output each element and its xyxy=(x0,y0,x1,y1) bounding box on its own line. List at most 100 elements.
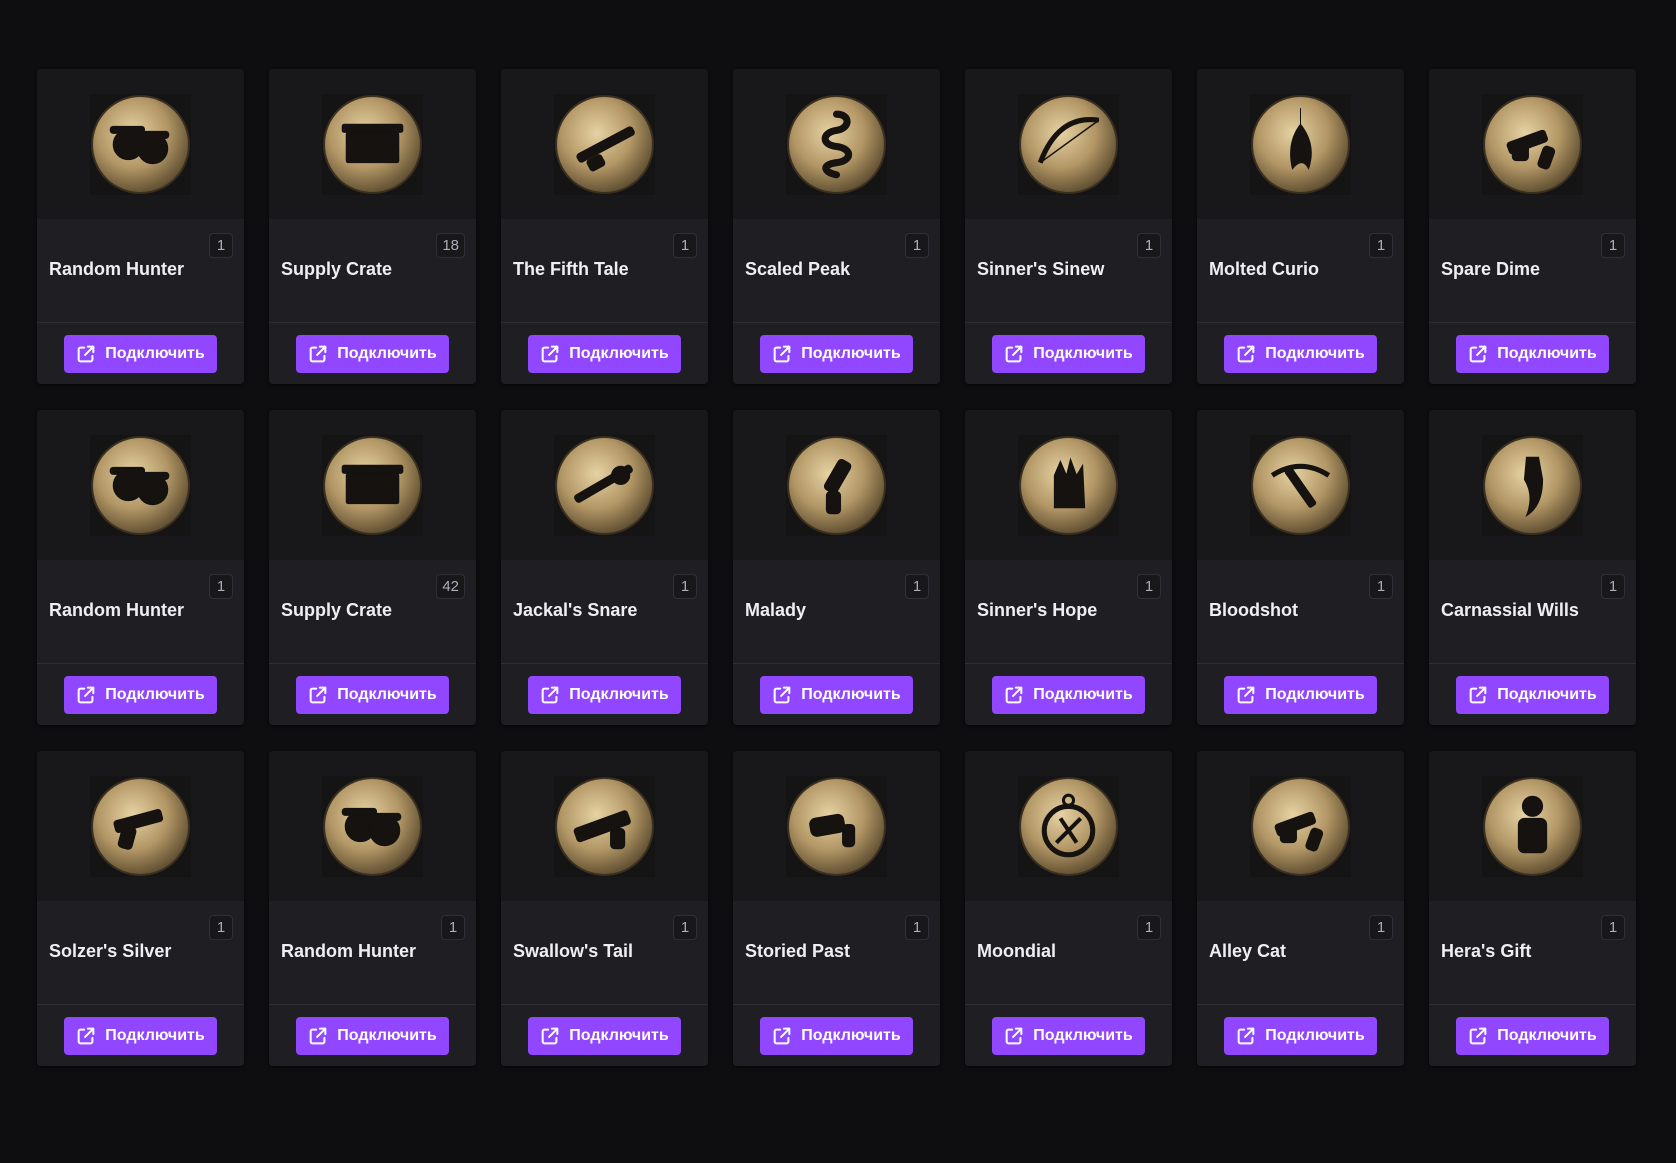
connect-button[interactable]: Подключить xyxy=(528,334,681,373)
reward-image-area xyxy=(965,69,1172,219)
hunters-duo-icon xyxy=(90,434,191,536)
external-link-icon xyxy=(77,1027,95,1044)
reward-actions: Подключить xyxy=(1429,664,1636,725)
reward-actions: Подключить xyxy=(965,1005,1172,1066)
reward-count-badge: 1 xyxy=(442,916,464,939)
reward-count-badge: 1 xyxy=(1370,234,1392,257)
tooth-charm-icon xyxy=(1482,434,1583,536)
external-link-icon xyxy=(77,686,95,703)
connect-button[interactable]: Подключить xyxy=(64,675,217,714)
reward-count-badge: 1 xyxy=(1138,916,1160,939)
rifle-icon xyxy=(554,434,655,536)
reward-image-area xyxy=(733,69,940,219)
feather-charm-icon xyxy=(1250,93,1351,195)
connect-button[interactable]: Подключить xyxy=(760,675,913,714)
reward-image-area xyxy=(733,410,940,560)
connect-button[interactable]: Подключить xyxy=(992,334,1145,373)
reward-actions: Подключить xyxy=(269,664,476,725)
reward-card: 1 Sinner's Hope Подключить xyxy=(965,410,1172,725)
bow-icon xyxy=(1018,93,1119,195)
connect-button[interactable]: Подключить xyxy=(296,1016,449,1055)
connect-button-label: Подключить xyxy=(1033,685,1133,703)
connect-button[interactable]: Подключить xyxy=(64,1016,217,1055)
reward-actions: Подключить xyxy=(965,323,1172,384)
connect-button[interactable]: Подключить xyxy=(1456,675,1609,714)
external-link-icon xyxy=(77,345,95,362)
crossbow-icon xyxy=(1250,434,1351,536)
connect-button-label: Подключить xyxy=(569,344,669,362)
reward-image-area xyxy=(1197,751,1404,901)
reward-card: 1 Jackal's Snare Подключить xyxy=(501,410,708,725)
reward-actions: Подключить xyxy=(733,1005,940,1066)
reward-card: 1 Malady Подключить xyxy=(733,410,940,725)
reward-name: Hera's Gift xyxy=(1441,941,1532,961)
connect-button[interactable]: Подключить xyxy=(992,1016,1145,1055)
reward-image-area xyxy=(269,410,476,560)
reward-actions: Подключить xyxy=(501,664,708,725)
connect-button[interactable]: Подключить xyxy=(992,675,1145,714)
reward-info: 42 Supply Crate xyxy=(269,560,476,664)
connect-button[interactable]: Подключить xyxy=(1224,334,1377,373)
reward-image-area xyxy=(37,69,244,219)
connect-button[interactable]: Подключить xyxy=(1224,675,1377,714)
reward-actions: Подключить xyxy=(269,323,476,384)
external-link-icon xyxy=(309,1027,327,1044)
reward-count-badge: 1 xyxy=(1138,234,1160,257)
reward-image-area xyxy=(1197,69,1404,219)
connect-button[interactable]: Подключить xyxy=(1456,334,1609,373)
reward-card: 18 Supply Crate Подключить xyxy=(269,69,476,384)
reward-count-badge: 42 xyxy=(437,575,464,598)
reward-actions: Подключить xyxy=(733,664,940,725)
flare-pistol-icon xyxy=(786,434,887,536)
reward-name: Sinner's Hope xyxy=(977,600,1098,620)
shotgun-icon xyxy=(554,93,655,195)
external-link-icon xyxy=(309,345,327,362)
reward-name: Storied Past xyxy=(745,941,851,961)
reward-card: 1 Alley Cat Подключить xyxy=(1197,751,1404,1066)
connect-button-label: Подключить xyxy=(1033,1026,1133,1044)
pistol-icon xyxy=(90,775,191,877)
connect-button-label: Подключить xyxy=(801,344,901,362)
connect-button[interactable]: Подключить xyxy=(1224,1016,1377,1055)
connect-button[interactable]: Подключить xyxy=(760,334,913,373)
reward-name: Sinner's Sinew xyxy=(977,259,1105,279)
connect-button[interactable]: Подключить xyxy=(296,675,449,714)
reward-info: 1 Carnassial Wills xyxy=(1429,560,1636,664)
connect-button[interactable]: Подключить xyxy=(296,334,449,373)
reward-name: Supply Crate xyxy=(281,259,393,279)
reward-image-area xyxy=(269,751,476,901)
connect-button-label: Подключить xyxy=(105,685,205,703)
reward-image-area xyxy=(37,410,244,560)
compass-charm-icon xyxy=(1018,775,1119,877)
reward-grid: 1 Random Hunter Подключить 18 Supply Cra… xyxy=(37,69,1636,1066)
connect-button-label: Подключить xyxy=(337,685,437,703)
reward-info: 1 Bloodshot xyxy=(1197,560,1404,664)
reward-count-badge: 1 xyxy=(210,916,232,939)
connect-button-label: Подключить xyxy=(1497,344,1597,362)
reward-info: 1 Random Hunter xyxy=(37,560,244,664)
external-link-icon xyxy=(773,345,791,362)
reward-count-badge: 1 xyxy=(1370,575,1392,598)
connect-button-label: Подключить xyxy=(569,1026,669,1044)
reward-info: 1 Jackal's Snare xyxy=(501,560,708,664)
reward-count-badge: 18 xyxy=(437,234,464,257)
connect-button[interactable]: Подключить xyxy=(528,1016,681,1055)
sawed-off-icon xyxy=(554,775,655,877)
connect-button[interactable]: Подключить xyxy=(760,1016,913,1055)
coiled-serpent-icon xyxy=(786,93,887,195)
connect-button-label: Подключить xyxy=(801,1026,901,1044)
reward-count-badge: 1 xyxy=(1602,234,1624,257)
connect-button[interactable]: Подключить xyxy=(1456,1016,1609,1055)
supply-crate-icon xyxy=(322,93,423,195)
reward-name: Spare Dime xyxy=(1441,259,1541,279)
reward-name: Bloodshot xyxy=(1209,600,1298,620)
reward-name: Jackal's Snare xyxy=(513,600,638,620)
reward-name: Swallow's Tail xyxy=(513,941,633,961)
connect-button[interactable]: Подключить xyxy=(528,675,681,714)
external-link-icon xyxy=(1005,1027,1023,1044)
reward-actions: Подключить xyxy=(965,664,1172,725)
revolver-icon xyxy=(1482,93,1583,195)
connect-button[interactable]: Подключить xyxy=(64,334,217,373)
connect-button-label: Подключить xyxy=(1265,1026,1365,1044)
reward-image-area xyxy=(965,751,1172,901)
